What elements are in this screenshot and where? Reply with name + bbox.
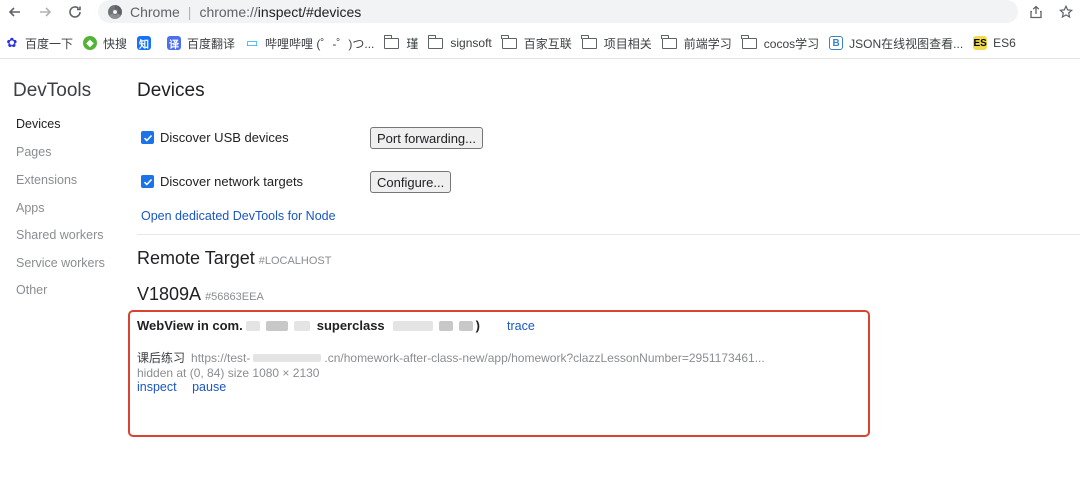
inspect-link[interactable]: inspect bbox=[137, 380, 177, 394]
folder-icon bbox=[501, 34, 517, 49]
sidebar-item-shared-workers[interactable]: Shared workers bbox=[16, 228, 104, 242]
page-name: 课后练习 bbox=[137, 351, 186, 365]
webview-status: hidden at (0, 84) size 1080 × 2130 bbox=[137, 366, 320, 380]
bookmark-star-icon[interactable] bbox=[1057, 3, 1075, 21]
open-node-devtools-link[interactable]: Open dedicated DevTools for Node bbox=[141, 209, 336, 223]
bookmark-item[interactable]: ✿ 百度一下 bbox=[0, 32, 78, 54]
folder-icon bbox=[581, 34, 597, 49]
es6-icon: ES bbox=[973, 36, 988, 50]
baidu-icon: ✿ bbox=[6, 35, 18, 50]
device-heading: V1809A #56863EEA bbox=[137, 284, 264, 305]
sidebar-item-pages[interactable]: Pages bbox=[16, 145, 51, 159]
discover-network-checkbox[interactable] bbox=[141, 175, 154, 188]
json-viewer-icon: B bbox=[829, 36, 844, 50]
bookmark-item[interactable]: ▭ 哔哩哔哩 (゜-゜)つ... bbox=[240, 32, 379, 54]
address-separator: | bbox=[187, 3, 192, 20]
port-forwarding-button[interactable]: Port forwarding... bbox=[370, 127, 483, 149]
bookmark-item[interactable]: 百家互联 bbox=[497, 32, 577, 54]
browser-toolbar: Chrome | chrome://inspect/#devices bbox=[0, 0, 1080, 24]
remote-target-title: Remote Target bbox=[137, 248, 255, 268]
bookmark-label: 快搜 bbox=[103, 36, 128, 51]
bookmark-item[interactable]: ◆ 快搜 bbox=[78, 32, 132, 54]
remote-target-heading: Remote Target #LOCALHOST bbox=[137, 248, 331, 269]
discover-usb-checkbox[interactable] bbox=[141, 131, 154, 144]
bookmark-label: 百家互联 bbox=[523, 36, 572, 51]
page-url-start: https://test- bbox=[191, 351, 251, 365]
bookmark-label: ES6 bbox=[993, 36, 1016, 50]
discover-usb-label: Discover USB devices bbox=[160, 130, 289, 145]
bookmark-item[interactable]: signsoft bbox=[423, 32, 496, 54]
bookmark-item[interactable]: cocos学习 bbox=[737, 32, 824, 54]
site-name: Chrome bbox=[130, 3, 180, 20]
folder-icon bbox=[427, 34, 444, 49]
redacted-text bbox=[458, 320, 473, 331]
reload-icon[interactable] bbox=[64, 2, 86, 22]
sidebar-item-other[interactable]: Other bbox=[16, 283, 47, 297]
bookmark-item[interactable]: 瑾 bbox=[379, 32, 423, 54]
folder-icon bbox=[383, 34, 400, 49]
bookmark-label: 哔哩哔哩 (゜-゜)つ... bbox=[265, 36, 375, 51]
forward-arrow-icon[interactable] bbox=[34, 2, 56, 22]
redacted-text bbox=[245, 320, 260, 331]
share-icon[interactable] bbox=[1027, 3, 1045, 21]
redacted-text bbox=[253, 354, 322, 362]
discover-network-row: Discover network targets bbox=[141, 174, 303, 189]
sidebar-item-extensions[interactable]: Extensions bbox=[16, 173, 77, 187]
discover-network-label: Discover network targets bbox=[160, 174, 304, 189]
page-title: Devices bbox=[137, 80, 205, 101]
bookmark-label: cocos学习 bbox=[763, 36, 820, 51]
redacted-text bbox=[293, 320, 310, 331]
bookmarks-bar: ✿ 百度一下 ◆ 快搜知译百度翻译 ▭ 哔哩哔哩 (゜-゜)つ... 瑾 signsoft 百家… bbox=[0, 30, 1080, 56]
folder-icon bbox=[661, 34, 677, 49]
webview-title-end: ) bbox=[475, 318, 480, 333]
toolbar-divider bbox=[0, 58, 1080, 59]
bookmark-item[interactable]: ES ES6 bbox=[968, 32, 1021, 54]
bookmark-label: signsoft bbox=[450, 36, 492, 50]
sidebar-item-service-workers[interactable]: Service workers bbox=[16, 256, 105, 270]
bookmark-label: 百度一下 bbox=[25, 36, 74, 51]
sidebar-item-devices[interactable]: Devices bbox=[16, 117, 60, 131]
webview-actions: inspect pause bbox=[137, 380, 238, 394]
sidebar-item-apps[interactable]: Apps bbox=[16, 201, 45, 215]
baidu-translate-icon: 译 bbox=[167, 36, 182, 51]
chrome-logo-icon bbox=[108, 4, 122, 19]
webview-title-prefix: WebView in com. bbox=[137, 318, 243, 333]
webview-page-line: 课后练习 https://test- .cn/homework-after-clas… bbox=[137, 349, 765, 366]
webview-title: WebView in com. superclass ) bbox=[137, 318, 480, 333]
remote-target-tag: #LOCALHOST bbox=[258, 255, 332, 267]
bookmark-label: 瑾 bbox=[406, 36, 419, 51]
address-bar[interactable]: Chrome | chrome://inspect/#devices bbox=[98, 0, 1018, 23]
device-id: #56863EEA bbox=[205, 291, 264, 303]
bookmark-item[interactable]: 前端学习 bbox=[657, 32, 737, 54]
discover-usb-row: Discover USB devices bbox=[141, 130, 289, 145]
section-divider bbox=[137, 234, 1080, 235]
folder-icon bbox=[741, 34, 757, 49]
back-arrow-icon[interactable] bbox=[4, 2, 26, 22]
trace-link[interactable]: trace bbox=[507, 319, 535, 333]
bookmark-item[interactable]: 知 bbox=[132, 32, 162, 54]
bookmark-label: 前端学习 bbox=[683, 36, 732, 51]
bilibili-icon: ▭ bbox=[245, 35, 259, 50]
redacted-text bbox=[265, 320, 288, 331]
bookmark-label: 百度翻译 bbox=[187, 36, 236, 51]
configure-button[interactable]: Configure... bbox=[370, 171, 452, 193]
url-path: inspect/#devices bbox=[257, 3, 362, 20]
bookmark-item[interactable]: B JSON在线视图查看... bbox=[824, 32, 968, 54]
bookmark-label: 项目相关 bbox=[603, 36, 652, 51]
redacted-text bbox=[438, 320, 453, 331]
url-scheme: chrome:// bbox=[199, 3, 258, 20]
devtools-title: DevTools bbox=[13, 80, 92, 101]
webview-title-package: superclass bbox=[316, 318, 385, 333]
pause-link[interactable]: pause bbox=[192, 380, 226, 394]
bookmark-item[interactable]: 译百度翻译 bbox=[162, 32, 240, 54]
redacted-text bbox=[392, 320, 433, 331]
device-name: V1809A bbox=[137, 284, 202, 304]
zhihu-icon: 知 bbox=[137, 36, 152, 51]
bookmark-item[interactable]: 项目相关 bbox=[577, 32, 657, 54]
bookmark-label: JSON在线视图查看... bbox=[849, 36, 964, 51]
page-url-end: .cn/homework-after-class-new/app/homewor… bbox=[324, 351, 765, 365]
kuaisou-icon: ◆ bbox=[83, 36, 98, 50]
